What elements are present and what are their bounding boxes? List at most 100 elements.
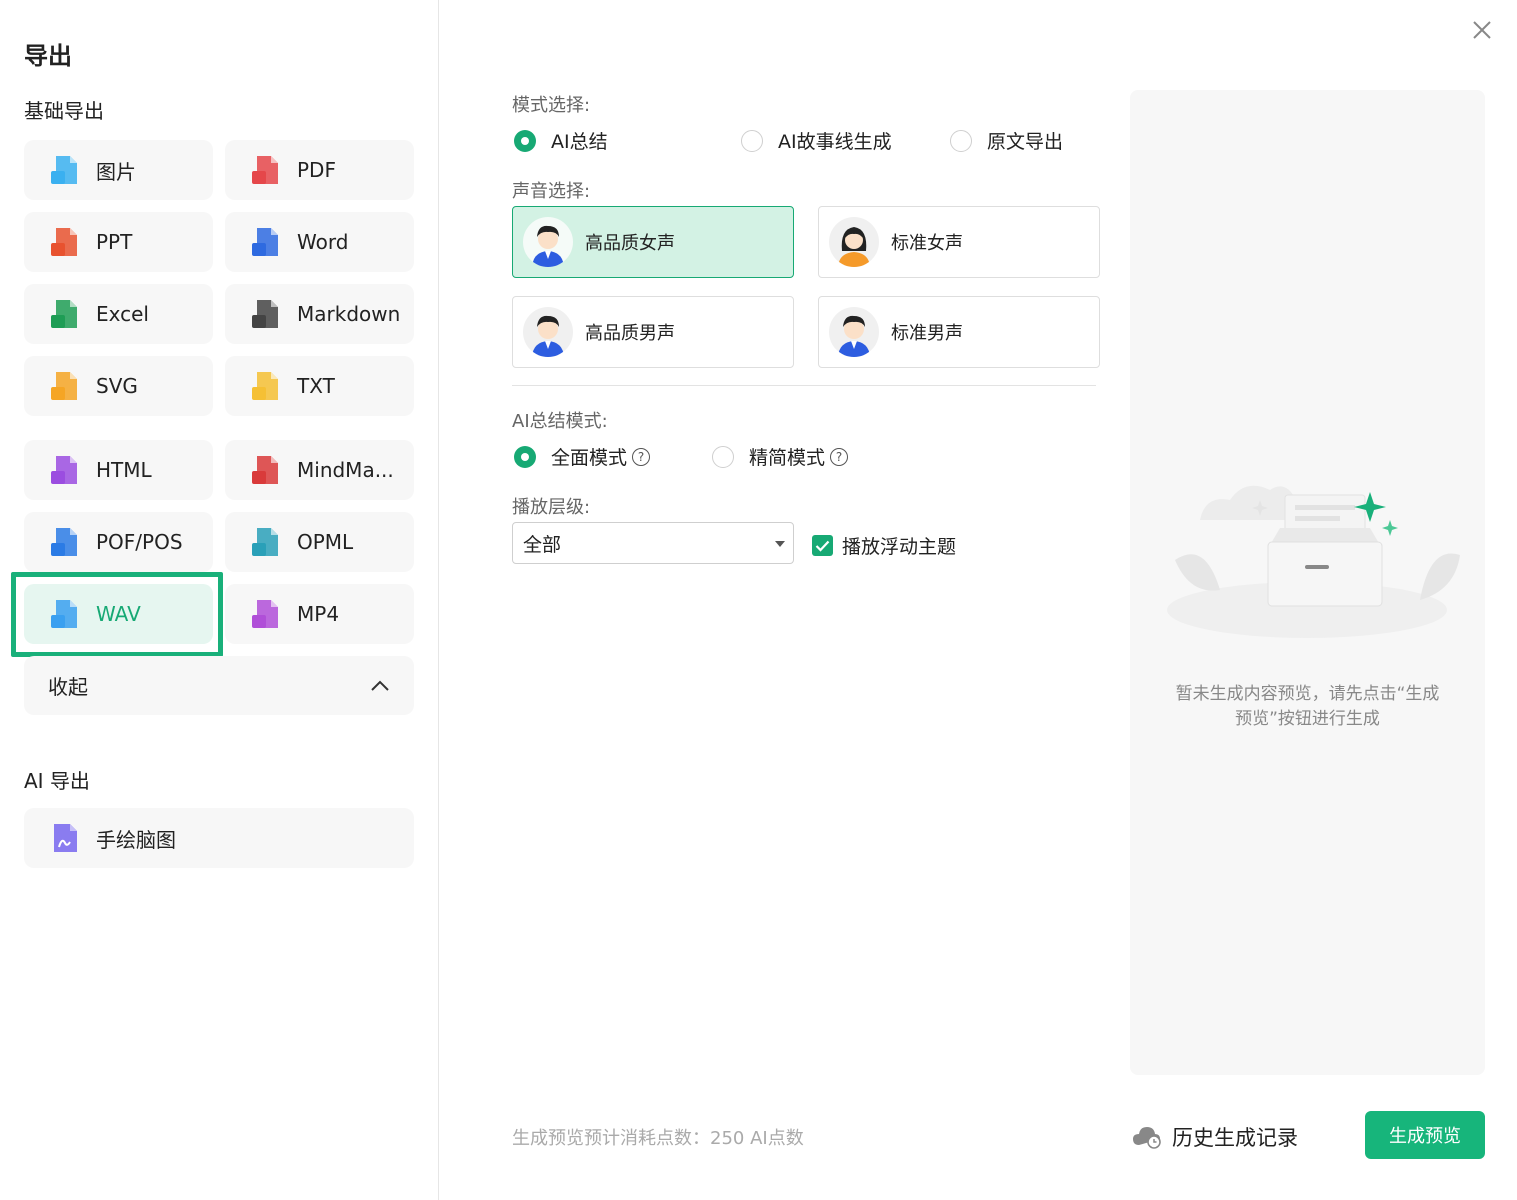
voice-hq-male[interactable]: 高品质男声 <box>512 296 794 368</box>
summary-concise-radio[interactable]: 精简模式 ? <box>712 443 849 470</box>
mindmanager-file-icon <box>252 456 278 484</box>
format-html[interactable]: HTML <box>24 440 213 500</box>
format-sidebar: 导出 基础导出 图片 PDF PPT Word Excel Markdown SVG TXT H… <box>0 0 439 1200</box>
empty-preview-message: 暂未生成内容预览，请先点击“生成 预览”按钮进行生成 <box>1130 682 1485 732</box>
radio-label: 全面模式 <box>551 447 628 469</box>
format-label: SVG <box>96 374 138 398</box>
format-label: Markdown <box>297 302 401 326</box>
format-excel[interactable]: Excel <box>24 284 213 344</box>
pof-file-icon <box>51 528 77 556</box>
format-label: OPML <box>297 530 354 554</box>
radio-dot <box>514 129 536 152</box>
collapse-button[interactable]: 收起 <box>24 656 414 715</box>
help-icon[interactable]: ? <box>830 447 849 466</box>
chevron-up-icon <box>371 680 389 691</box>
opml-file-icon <box>252 528 278 556</box>
selection-highlight-frame <box>11 572 223 657</box>
checkmark-icon <box>812 535 833 556</box>
image-file-icon <box>51 156 77 184</box>
ai-export-heading: AI 导出 <box>24 769 90 793</box>
summary-full-radio[interactable]: 全面模式 ? <box>514 443 651 470</box>
format-svg[interactable]: SVG <box>24 356 213 416</box>
select-value: 全部 <box>523 533 562 556</box>
male-avatar-icon <box>523 217 573 267</box>
male-avatar-icon <box>829 307 879 357</box>
empty-line-2: 预览”按钮进行生成 <box>1235 709 1380 729</box>
close-icon[interactable] <box>1470 18 1494 42</box>
format-mp4[interactable]: MP4 <box>225 584 414 644</box>
format-label: HTML <box>96 458 152 482</box>
txt-file-icon <box>252 372 278 400</box>
format-pof-pos[interactable]: POF/POS <box>24 512 213 572</box>
basic-export-heading: 基础导出 <box>24 99 104 123</box>
generate-preview-button[interactable]: 生成预览 <box>1365 1111 1485 1159</box>
format-label: TXT <box>297 374 335 398</box>
format-label: POF/POS <box>96 530 183 554</box>
mode-label: 模式选择: <box>512 95 591 116</box>
format-label: PDF <box>297 158 336 182</box>
format-pdf[interactable]: PDF <box>225 140 414 200</box>
dialog-title: 导出 <box>24 42 72 70</box>
word-file-icon <box>252 228 278 256</box>
html-file-icon <box>51 456 77 484</box>
pdf-file-icon <box>252 156 278 184</box>
cost-estimate: 生成预览预计消耗点数：250 AI点数 <box>512 1128 804 1149</box>
format-markdown[interactable]: Markdown <box>225 284 414 344</box>
checkbox-label: 播放浮动主题 <box>842 536 957 558</box>
history-button[interactable]: 历史生成记录 <box>1132 1122 1298 1152</box>
radio-dot <box>950 129 972 152</box>
mode-original-radio[interactable]: 原文导出 <box>950 127 1063 154</box>
radio-label: AI故事线生成 <box>778 131 892 153</box>
format-label: Word <box>297 230 349 254</box>
export-dialog: 导出 基础导出 图片 PDF PPT Word Excel Markdown SVG TXT H… <box>0 0 1517 1200</box>
cloud-history-icon <box>1133 1127 1161 1149</box>
radio-label: 精简模式 <box>749 447 826 469</box>
caret-down-icon <box>775 541 785 547</box>
section-divider <box>512 385 1096 386</box>
history-label: 历史生成记录 <box>1172 1126 1298 1150</box>
format-ppt[interactable]: PPT <box>24 212 213 272</box>
format-opml[interactable]: OPML <box>225 512 414 572</box>
summary-mode-label: AI总结模式: <box>512 411 608 432</box>
empty-line-1: 暂未生成内容预览，请先点击“生成 <box>1175 684 1440 704</box>
format-[interactable]: 图片 <box>24 140 213 200</box>
format-label: PPT <box>96 230 133 254</box>
male-avatar-icon <box>523 307 573 357</box>
voice-hq-female[interactable]: 高品质女声 <box>512 206 794 278</box>
radio-dot <box>514 445 536 468</box>
empty-box-illustration <box>1167 485 1460 638</box>
floating-topic-checkbox[interactable]: 播放浮动主题 <box>812 532 956 559</box>
mp4-file-icon <box>252 600 278 628</box>
voice-label-text: 高品质女声 <box>585 233 675 254</box>
radio-dot <box>712 445 734 468</box>
format-label: 手绘脑图 <box>96 827 176 852</box>
voice-standard-female[interactable]: 标准女声 <box>818 206 1100 278</box>
excel-file-icon <box>51 300 77 328</box>
radio-dot <box>741 129 763 152</box>
format-label: 图片 <box>96 159 136 184</box>
format-mindma[interactable]: MindMa... <box>225 440 414 500</box>
voice-label-text: 标准女声 <box>891 233 963 254</box>
radio-label: 原文导出 <box>987 131 1064 153</box>
help-icon[interactable]: ? <box>632 447 651 466</box>
voice-label: 声音选择: <box>512 181 591 202</box>
collapse-label: 收起 <box>48 675 88 699</box>
mode-ai-storyline-radio[interactable]: AI故事线生成 <box>741 127 892 154</box>
mode-ai-summary-radio[interactable]: AI总结 <box>514 127 608 154</box>
format-word[interactable]: Word <box>225 212 414 272</box>
play-level-select[interactable]: 全部 <box>512 522 794 564</box>
format-label: Excel <box>96 302 149 326</box>
svg-file-icon <box>51 372 77 400</box>
radio-label: AI总结 <box>551 131 608 153</box>
voice-label-text: 高品质男声 <box>585 323 675 344</box>
format-label: MP4 <box>297 602 340 626</box>
format-label: MindMa... <box>297 458 394 482</box>
markdown-file-icon <box>252 300 278 328</box>
format-txt[interactable]: TXT <box>225 356 414 416</box>
format-hand-drawn-mindmap[interactable]: 手绘脑图 <box>24 808 414 868</box>
voice-standard-male[interactable]: 标准男声 <box>818 296 1100 368</box>
ppt-file-icon <box>51 228 77 256</box>
voice-label-text: 标准男声 <box>891 323 963 344</box>
female-avatar-icon <box>829 217 879 267</box>
hand-drawn-mindmap-icon <box>54 824 77 852</box>
